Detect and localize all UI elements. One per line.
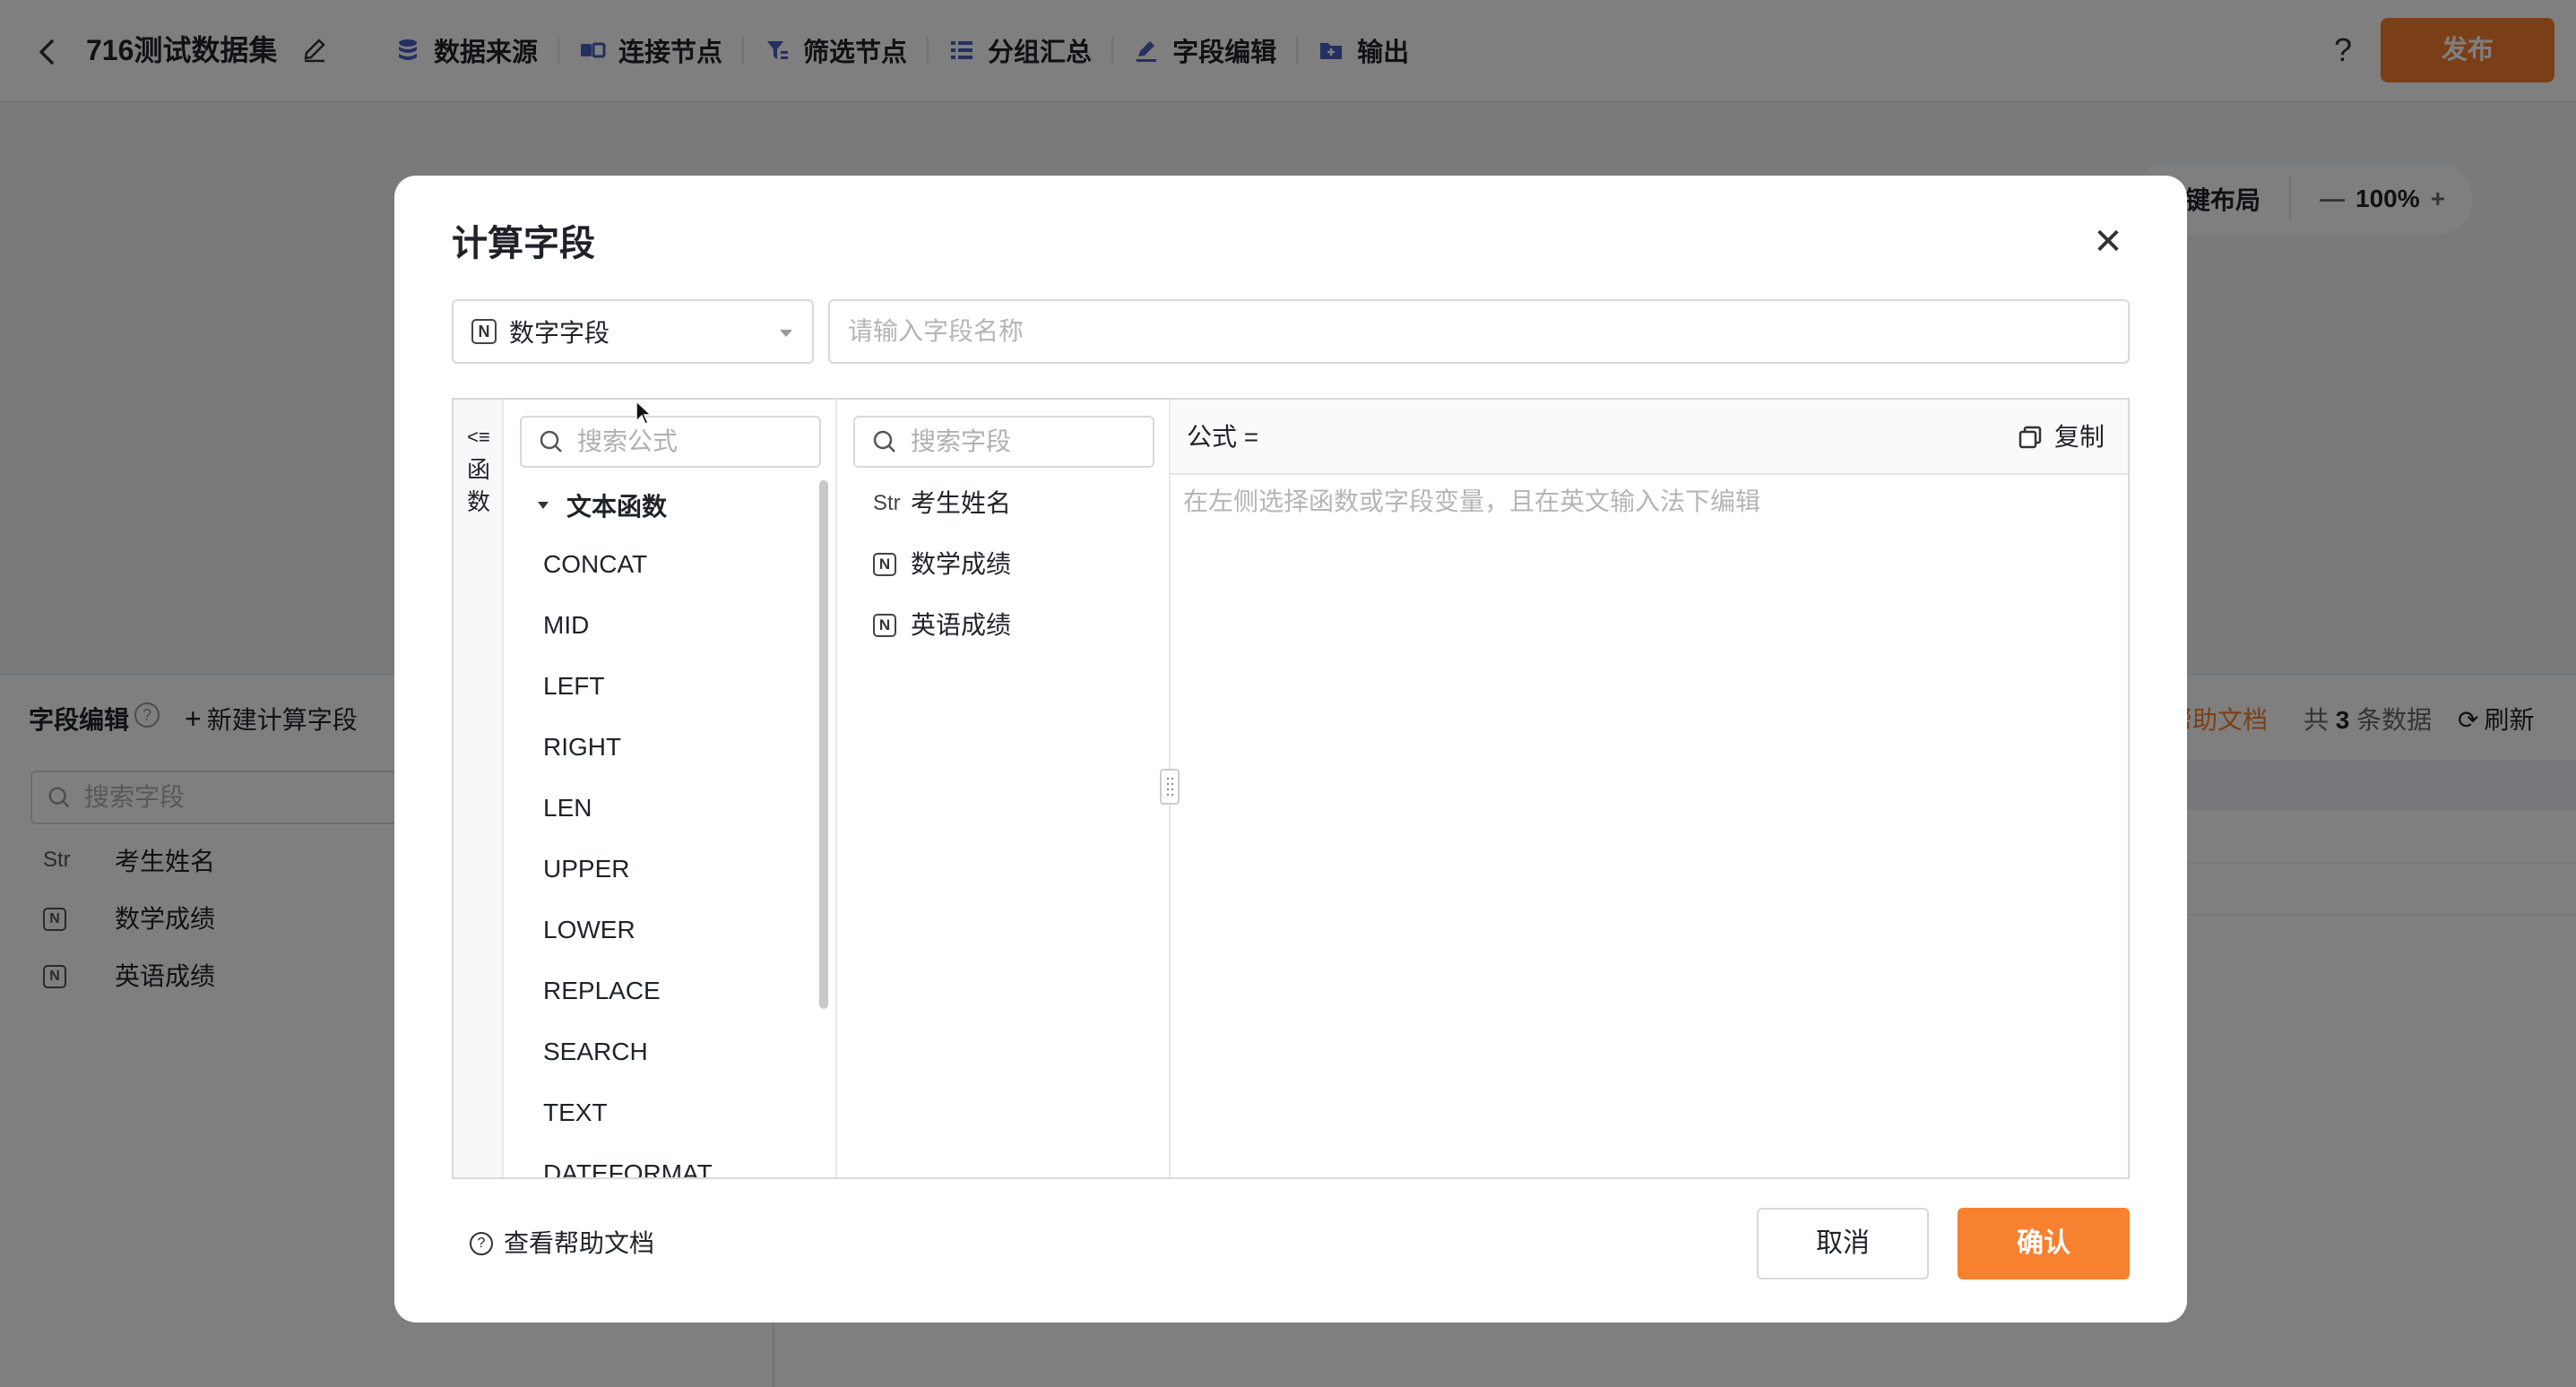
function-panel-toggle[interactable]: <≡ 函 数 <box>454 400 504 1177</box>
field-type-select[interactable]: N 数字字段 <box>452 299 814 364</box>
field-name: 考生姓名 <box>911 489 1012 517</box>
formula-label: 公式 = <box>1187 423 1259 451</box>
question-icon: ? <box>470 1232 493 1255</box>
function-item[interactable]: RIGHT <box>543 729 621 765</box>
field-list-column: Str 考生姓名 N 数学成绩 N 英语成绩 <box>837 400 1171 1177</box>
function-item[interactable]: LEN <box>543 790 592 826</box>
copy-icon <box>2018 426 2042 449</box>
field-name: 数学成绩 <box>911 550 1012 578</box>
resize-handle[interactable] <box>1160 769 1180 805</box>
confirm-button[interactable]: 确认 <box>1958 1208 2130 1279</box>
search-icon <box>540 430 562 452</box>
function-group-label: 文本函数 <box>566 493 668 521</box>
function-item[interactable]: CONCAT <box>543 547 647 582</box>
scrollbar[interactable] <box>819 480 828 1009</box>
field-type-value: 数字字段 <box>509 319 610 347</box>
help-doc-link[interactable]: ? 查看帮助文档 <box>470 1226 654 1262</box>
field-item[interactable]: Str 考生姓名 <box>873 486 1011 521</box>
function-item[interactable]: SEARCH <box>543 1034 648 1070</box>
number-type-icon: N <box>471 319 497 344</box>
help-doc-label: 查看帮助文档 <box>504 1229 655 1257</box>
mouse-cursor-icon <box>635 400 653 425</box>
close-icon[interactable]: ✕ <box>2088 222 2128 262</box>
function-search[interactable] <box>520 416 821 468</box>
calculated-field-dialog: 计算字段 ✕ N 数字字段 <≡ 函 数 文本函数 CONCAT MID <box>394 176 2187 1322</box>
field-name: 英语成绩 <box>911 611 1012 639</box>
formula-textarea[interactable]: 在左侧选择函数或字段变量，且在英文输入法下编辑 <box>1183 484 1760 520</box>
number-type-icon: N <box>873 553 896 576</box>
collapse-icon: <≡ <box>467 426 490 448</box>
formula-column: 公式 = 复制 在左侧选择函数或字段变量，且在英文输入法下编辑 <box>1171 400 2128 1177</box>
function-item[interactable]: DATEFORMAT <box>543 1156 713 1177</box>
number-type-icon: N <box>873 614 896 637</box>
copy-button[interactable]: 复制 <box>2017 419 2105 455</box>
function-item[interactable]: TEXT <box>543 1095 608 1131</box>
search-icon <box>873 430 895 452</box>
function-item[interactable]: UPPER <box>543 851 629 887</box>
function-item[interactable]: REPLACE <box>543 973 661 1009</box>
formula-header: 公式 = 复制 <box>1171 400 2128 475</box>
field-name-input[interactable] <box>828 299 2130 364</box>
copy-label: 复制 <box>2053 423 2105 451</box>
field-search-input[interactable] <box>909 426 1133 457</box>
function-item[interactable]: MID <box>543 607 589 643</box>
function-toggle-label: <≡ 函 数 <box>454 421 504 518</box>
function-item[interactable]: LOWER <box>543 912 635 948</box>
cancel-button[interactable]: 取消 <box>1757 1208 1929 1279</box>
formula-editor: <≡ 函 数 文本函数 CONCAT MID LEFT RIGHT LEN UP… <box>452 398 2130 1179</box>
string-type-icon: Str <box>873 491 901 515</box>
function-list-column: 文本函数 CONCAT MID LEFT RIGHT LEN UPPER LOW… <box>504 400 837 1177</box>
dialog-title: 计算字段 <box>452 224 595 263</box>
function-search-input[interactable] <box>575 426 800 457</box>
caret-down-icon <box>780 330 792 337</box>
field-item[interactable]: N 数学成绩 <box>873 547 1011 582</box>
field-item[interactable]: N 英语成绩 <box>873 607 1011 643</box>
function-group-text[interactable]: 文本函数 <box>538 487 667 523</box>
caret-down-icon <box>538 502 549 509</box>
function-item[interactable]: LEFT <box>543 668 604 704</box>
field-search[interactable] <box>853 416 1154 468</box>
